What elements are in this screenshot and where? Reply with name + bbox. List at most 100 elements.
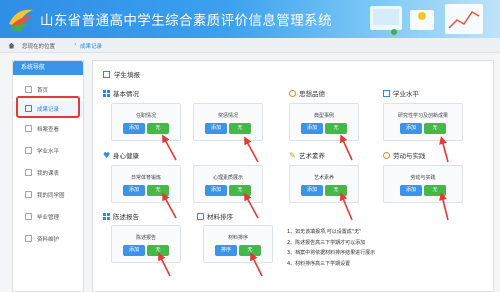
section-title: 思想品德 <box>299 90 325 98</box>
card-material-sort: 材料排序排序无 <box>203 225 273 263</box>
card-label: 研究性学习及创新成果 <box>397 113 448 119</box>
card-label: 日常体育锻炼 <box>130 175 161 181</box>
card-typical-case: 典型事例添加无 <box>289 103 359 141</box>
card-label: 奖惩情况 <box>217 113 238 119</box>
main-panel: 学生填报 基本情况 思想品德 学业水平 任职情况 添加无 奖惩情况 添加无 典型事例… <box>92 60 494 292</box>
section-title: 学业水平 <box>393 90 419 98</box>
logo-icon <box>8 9 33 32</box>
add-button[interactable]: 添加 <box>301 185 323 196</box>
sidebar-item-label: 资料维护 <box>37 236 60 243</box>
section-art: ✎ 艺术素养 <box>289 150 325 160</box>
card-art: 艺术素养添加无 <box>289 165 359 203</box>
home-icon[interactable] <box>8 42 15 49</box>
note-item: 1、如无该填报项,可以设置成"无" <box>287 229 362 235</box>
section-academic: 学业水平 <box>383 88 419 98</box>
card-reward: 奖惩情况添加无 <box>193 103 263 141</box>
none-button[interactable]: 无 <box>147 123 169 134</box>
sidebar-item-profile[interactable]: 资料维护 <box>13 231 83 246</box>
sidebar-item-schedule[interactable]: 我的课表 <box>13 165 83 180</box>
breadcrumb-prefix: 您现在的位置 <box>22 44 56 50</box>
card-label: 材料排序 <box>227 235 248 241</box>
grid-icon <box>103 212 110 220</box>
graduation-icon <box>25 213 32 220</box>
book-icon <box>383 89 390 97</box>
none-button[interactable]: 无 <box>424 185 446 196</box>
add-button[interactable]: 添加 <box>123 245 145 256</box>
sidebar: 系统导航 首页 成果记录 档案查看 学业水平 我的课表 我的同学圈 毕业管理 资… <box>12 60 84 292</box>
document-icon <box>197 212 204 220</box>
calendar-icon <box>25 169 32 176</box>
breadcrumb: 您现在的位置 › 成果记录 <box>0 38 500 53</box>
header-illustration <box>370 4 483 35</box>
sidebar-item-label: 档案查看 <box>37 126 60 133</box>
notes-list: 1、如无该填报项,可以设置成"无" 2、陈述报告高三下学期才可以添加 3、档案中… <box>287 227 375 269</box>
heart-icon: ♥ <box>103 150 111 160</box>
note-item: 2、陈述报告高三下学期才可以添加 <box>287 239 366 246</box>
sidebar-item-archive[interactable]: 档案查看 <box>13 121 83 136</box>
form-icon <box>103 70 110 78</box>
none-button[interactable]: 无 <box>147 185 169 196</box>
none-button[interactable]: 无 <box>229 185 251 196</box>
art-icon: ✎ <box>289 150 296 160</box>
labor-icon <box>383 151 390 159</box>
card-label: 陈述报告 <box>135 235 156 241</box>
section-health: ♥ 身心健康 <box>103 150 139 160</box>
sidebar-title: 系统导航 <box>13 61 83 75</box>
sidebar-item-graduation[interactable]: 毕业管理 <box>13 209 83 224</box>
sidebar-item-label: 毕业管理 <box>37 214 60 221</box>
breadcrumb-separator: › <box>74 41 77 48</box>
academic-icon <box>25 147 32 154</box>
card-label: 任职情况 <box>135 113 156 119</box>
app-header: 山东省普通高中学生综合素质评价信息管理系统 <box>0 0 500 38</box>
section-title: 基本情况 <box>113 90 139 98</box>
none-button[interactable]: 无 <box>239 245 261 256</box>
sort-button[interactable]: 排序 <box>215 245 237 256</box>
document-icon <box>25 235 32 242</box>
add-button[interactable]: 添加 <box>400 123 422 134</box>
card-label: 劳动与实践 <box>410 175 436 181</box>
section-labor: 劳动与实践 <box>383 150 426 160</box>
none-button[interactable]: 无 <box>147 245 169 256</box>
add-button[interactable]: 添加 <box>123 123 145 134</box>
section-material: 材料排序 <box>197 211 233 221</box>
sidebar-item-label: 我的同学圈 <box>37 192 65 199</box>
section-title: 艺术素养 <box>299 152 325 160</box>
archive-icon <box>25 125 32 132</box>
none-button[interactable]: 无 <box>325 185 347 196</box>
panel-title-text: 学生填报 <box>114 71 140 79</box>
note-item: 3、档案中将依据材料排序结果进行展示 <box>287 250 376 256</box>
add-button[interactable]: 添加 <box>205 185 227 196</box>
people-icon <box>25 191 32 198</box>
section-title: 身心健康 <box>113 152 139 160</box>
sidebar-item-label: 学业水平 <box>37 148 60 155</box>
add-button[interactable]: 添加 <box>205 123 227 134</box>
none-button[interactable]: 无 <box>229 123 251 134</box>
add-button[interactable]: 添加 <box>400 185 422 196</box>
none-button[interactable]: 无 <box>325 123 347 134</box>
highlight-box <box>16 96 80 118</box>
card-report: 陈述报告添加无 <box>111 225 181 263</box>
card-label: 心理素质展示 <box>212 175 243 181</box>
section-report: 陈述报告 <box>103 211 139 221</box>
breadcrumb-current[interactable]: 成果记录 <box>80 42 102 50</box>
section-title: 陈述报告 <box>113 213 139 221</box>
sidebar-item-home[interactable]: 首页 <box>13 82 83 97</box>
card-label: 艺术素养 <box>313 175 334 181</box>
sidebar-item-academic[interactable]: 学业水平 <box>13 143 83 158</box>
section-title: 材料排序 <box>207 213 233 221</box>
card-psychology: 心理素质展示添加无 <box>193 165 263 203</box>
section-basic: 基本情况 <box>103 88 139 98</box>
panel-title: 学生填报 <box>103 69 140 79</box>
note-item: 4、材料排序高三下学期设置 <box>287 260 351 267</box>
sidebar-item-classmates[interactable]: 我的同学圈 <box>13 187 83 202</box>
sidebar-item-label: 首页 <box>37 87 49 94</box>
sidebar-item-label: 我的课表 <box>37 170 60 177</box>
section-moral: 思想品德 <box>289 88 325 98</box>
card-position: 任职情况添加无 <box>111 103 181 141</box>
add-button[interactable]: 添加 <box>123 185 145 196</box>
add-button[interactable]: 添加 <box>301 123 323 134</box>
card-labor: 劳动与实践添加无 <box>383 165 463 203</box>
card-label: 典型事例 <box>313 113 334 119</box>
section-title: 劳动与实践 <box>393 152 426 160</box>
none-button[interactable]: 无 <box>424 123 446 134</box>
